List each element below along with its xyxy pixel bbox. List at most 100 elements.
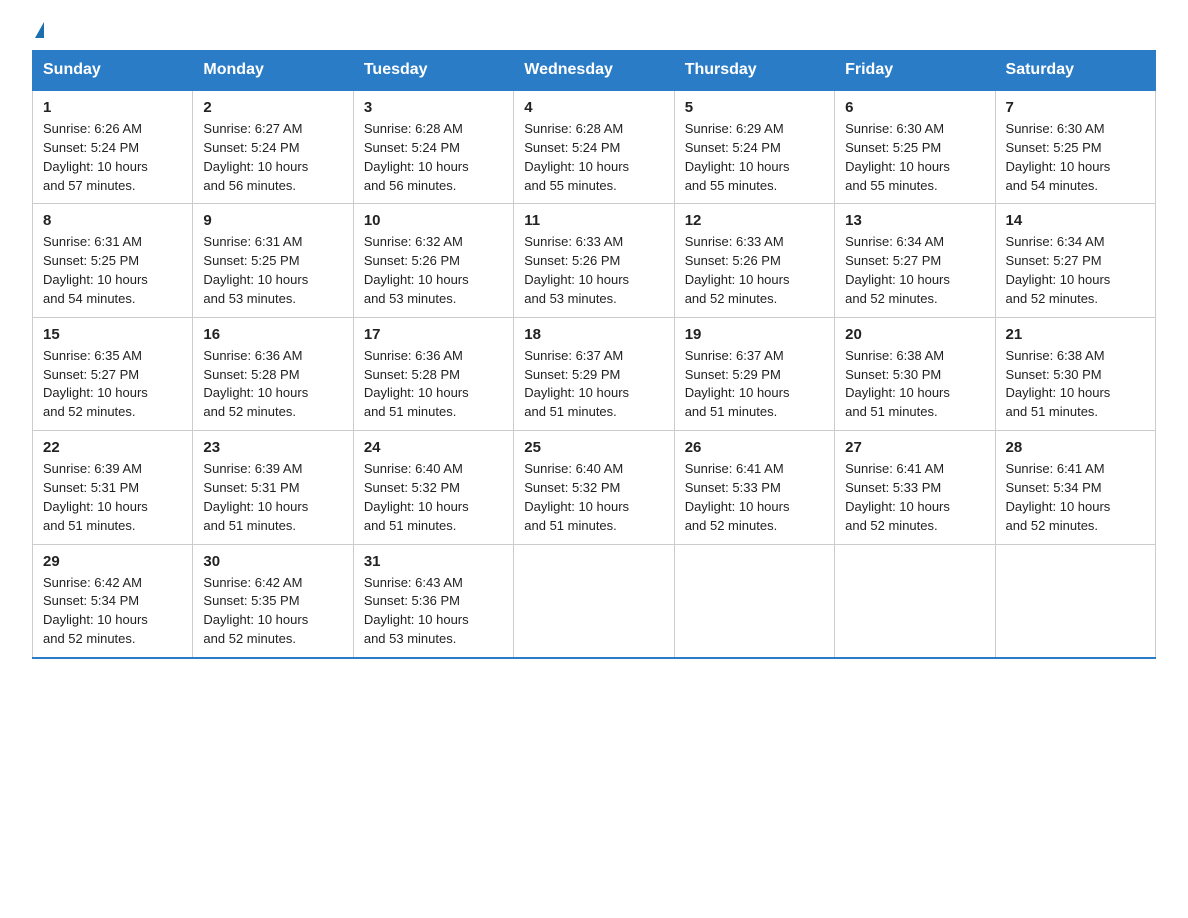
calendar-cell: 21 Sunrise: 6:38 AMSunset: 5:30 PMDayligh… [995,317,1155,430]
day-number: 5 [685,99,824,116]
calendar-cell: 11 Sunrise: 6:33 AMSunset: 5:26 PMDayligh… [514,204,674,317]
calendar-cell: 20 Sunrise: 6:38 AMSunset: 5:30 PMDayligh… [835,317,995,430]
calendar-cell: 8 Sunrise: 6:31 AMSunset: 5:25 PMDaylight… [33,204,193,317]
calendar-cell: 22 Sunrise: 6:39 AMSunset: 5:31 PMDayligh… [33,431,193,544]
day-info: Sunrise: 6:33 AMSunset: 5:26 PMDaylight:… [524,233,663,308]
day-number: 4 [524,99,663,116]
day-info: Sunrise: 6:37 AMSunset: 5:29 PMDaylight:… [685,347,824,422]
day-info: Sunrise: 6:33 AMSunset: 5:26 PMDaylight:… [685,233,824,308]
day-info: Sunrise: 6:31 AMSunset: 5:25 PMDaylight:… [43,233,182,308]
day-info: Sunrise: 6:39 AMSunset: 5:31 PMDaylight:… [203,460,342,535]
day-info: Sunrise: 6:40 AMSunset: 5:32 PMDaylight:… [364,460,503,535]
day-info: Sunrise: 6:38 AMSunset: 5:30 PMDaylight:… [1006,347,1145,422]
calendar-cell: 16Sunrise: 6:36 AMSunset: 5:28 PMDayligh… [193,317,353,430]
day-number: 8 [43,212,182,229]
calendar-cell: 29 Sunrise: 6:42 AMSunset: 5:34 PMDayligh… [33,544,193,658]
calendar-cell [995,544,1155,658]
day-number: 2 [203,99,342,116]
day-number: 25 [524,439,663,456]
calendar-cell: 18Sunrise: 6:37 AMSunset: 5:29 PMDayligh… [514,317,674,430]
calendar-cell: 25 Sunrise: 6:40 AMSunset: 5:32 PMDayligh… [514,431,674,544]
calendar-table: SundayMondayTuesdayWednesdayThursdayFrid… [32,50,1156,659]
weekday-header-row: SundayMondayTuesdayWednesdayThursdayFrid… [33,51,1156,91]
calendar-week-row: 15Sunrise: 6:35 AMSunset: 5:27 PMDayligh… [33,317,1156,430]
day-info: Sunrise: 6:34 AMSunset: 5:27 PMDaylight:… [1006,233,1145,308]
day-info: Sunrise: 6:30 AMSunset: 5:25 PMDaylight:… [1006,120,1145,195]
day-number: 16 [203,326,342,343]
day-info: Sunrise: 6:37 AMSunset: 5:29 PMDaylight:… [524,347,663,422]
day-number: 26 [685,439,824,456]
day-number: 15 [43,326,182,343]
day-info: Sunrise: 6:43 AMSunset: 5:36 PMDaylight:… [364,574,503,649]
calendar-cell [514,544,674,658]
day-number: 31 [364,553,503,570]
calendar-cell: 12 Sunrise: 6:33 AMSunset: 5:26 PMDayligh… [674,204,834,317]
weekday-header-saturday: Saturday [995,51,1155,91]
day-number: 30 [203,553,342,570]
day-info: Sunrise: 6:41 AMSunset: 5:34 PMDaylight:… [1006,460,1145,535]
calendar-week-row: 29 Sunrise: 6:42 AMSunset: 5:34 PMDayligh… [33,544,1156,658]
day-info: Sunrise: 6:30 AMSunset: 5:25 PMDaylight:… [845,120,984,195]
day-number: 1 [43,99,182,116]
day-info: Sunrise: 6:27 AMSunset: 5:24 PMDaylight:… [203,120,342,195]
day-number: 22 [43,439,182,456]
calendar-cell: 23 Sunrise: 6:39 AMSunset: 5:31 PMDayligh… [193,431,353,544]
day-info: Sunrise: 6:42 AMSunset: 5:34 PMDaylight:… [43,574,182,649]
calendar-cell: 31 Sunrise: 6:43 AMSunset: 5:36 PMDayligh… [353,544,513,658]
day-number: 11 [524,212,663,229]
calendar-cell: 28 Sunrise: 6:41 AMSunset: 5:34 PMDayligh… [995,431,1155,544]
day-number: 23 [203,439,342,456]
day-number: 20 [845,326,984,343]
day-info: Sunrise: 6:39 AMSunset: 5:31 PMDaylight:… [43,460,182,535]
day-number: 19 [685,326,824,343]
day-number: 29 [43,553,182,570]
day-number: 21 [1006,326,1145,343]
calendar-cell: 6 Sunrise: 6:30 AMSunset: 5:25 PMDaylight… [835,90,995,204]
day-number: 3 [364,99,503,116]
calendar-cell: 27 Sunrise: 6:41 AMSunset: 5:33 PMDayligh… [835,431,995,544]
page-header [32,24,1156,40]
day-info: Sunrise: 6:31 AMSunset: 5:25 PMDaylight:… [203,233,342,308]
calendar-cell: 30Sunrise: 6:42 AMSunset: 5:35 PMDayligh… [193,544,353,658]
day-info: Sunrise: 6:29 AMSunset: 5:24 PMDaylight:… [685,120,824,195]
day-number: 12 [685,212,824,229]
calendar-cell: 17 Sunrise: 6:36 AMSunset: 5:28 PMDayligh… [353,317,513,430]
day-info: Sunrise: 6:32 AMSunset: 5:26 PMDaylight:… [364,233,503,308]
calendar-cell: 14 Sunrise: 6:34 AMSunset: 5:27 PMDayligh… [995,204,1155,317]
weekday-header-sunday: Sunday [33,51,193,91]
calendar-week-row: 8 Sunrise: 6:31 AMSunset: 5:25 PMDaylight… [33,204,1156,317]
day-number: 27 [845,439,984,456]
weekday-header-thursday: Thursday [674,51,834,91]
day-number: 17 [364,326,503,343]
day-number: 14 [1006,212,1145,229]
day-number: 9 [203,212,342,229]
day-info: Sunrise: 6:38 AMSunset: 5:30 PMDaylight:… [845,347,984,422]
calendar-cell: 15Sunrise: 6:35 AMSunset: 5:27 PMDayligh… [33,317,193,430]
day-info: Sunrise: 6:28 AMSunset: 5:24 PMDaylight:… [364,120,503,195]
day-info: Sunrise: 6:26 AMSunset: 5:24 PMDaylight:… [43,120,182,195]
day-number: 28 [1006,439,1145,456]
calendar-week-row: 22 Sunrise: 6:39 AMSunset: 5:31 PMDayligh… [33,431,1156,544]
calendar-cell: 13 Sunrise: 6:34 AMSunset: 5:27 PMDayligh… [835,204,995,317]
weekday-header-friday: Friday [835,51,995,91]
day-info: Sunrise: 6:40 AMSunset: 5:32 PMDaylight:… [524,460,663,535]
weekday-header-monday: Monday [193,51,353,91]
calendar-cell: 9 Sunrise: 6:31 AMSunset: 5:25 PMDaylight… [193,204,353,317]
day-info: Sunrise: 6:41 AMSunset: 5:33 PMDaylight:… [845,460,984,535]
day-number: 6 [845,99,984,116]
calendar-cell: 5 Sunrise: 6:29 AMSunset: 5:24 PMDaylight… [674,90,834,204]
calendar-cell [674,544,834,658]
day-number: 13 [845,212,984,229]
day-info: Sunrise: 6:41 AMSunset: 5:33 PMDaylight:… [685,460,824,535]
day-number: 24 [364,439,503,456]
calendar-cell: 19 Sunrise: 6:37 AMSunset: 5:29 PMDayligh… [674,317,834,430]
calendar-cell: 7 Sunrise: 6:30 AMSunset: 5:25 PMDaylight… [995,90,1155,204]
calendar-cell: 10 Sunrise: 6:32 AMSunset: 5:26 PMDayligh… [353,204,513,317]
calendar-cell: 2 Sunrise: 6:27 AMSunset: 5:24 PMDaylight… [193,90,353,204]
day-number: 7 [1006,99,1145,116]
calendar-cell: 1 Sunrise: 6:26 AMSunset: 5:24 PMDaylight… [33,90,193,204]
day-info: Sunrise: 6:36 AMSunset: 5:28 PMDaylight:… [364,347,503,422]
day-number: 10 [364,212,503,229]
calendar-week-row: 1 Sunrise: 6:26 AMSunset: 5:24 PMDaylight… [33,90,1156,204]
day-info: Sunrise: 6:34 AMSunset: 5:27 PMDaylight:… [845,233,984,308]
